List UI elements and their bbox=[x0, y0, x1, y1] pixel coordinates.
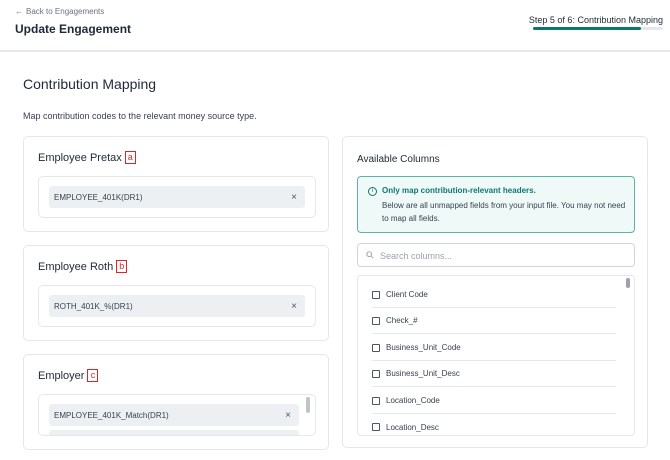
annotation-marker-b: b bbox=[116, 260, 128, 273]
list-item[interactable]: Client Code bbox=[372, 282, 616, 308]
mapped-column-chip-partial[interactable] bbox=[49, 430, 299, 435]
card-title-label: Employer bbox=[38, 369, 85, 382]
page-title: Update Engagement bbox=[15, 22, 132, 36]
step-indicator: Step 5 of 6: Contribution Mapping bbox=[528, 15, 663, 25]
column-name: Business_Unit_Code bbox=[386, 343, 461, 352]
info-title: Only map contribution-relevant headers. bbox=[382, 186, 536, 195]
available-columns-title: Available Columns bbox=[357, 154, 440, 165]
card-title-employee-pretax: Employee Pretax a bbox=[38, 151, 136, 164]
main-panel: Contribution Mapping Map contribution co… bbox=[0, 51, 670, 460]
annotation-marker-a: a bbox=[124, 151, 136, 164]
checkbox[interactable] bbox=[372, 316, 380, 325]
step-progress-bar bbox=[533, 27, 663, 30]
checkbox[interactable] bbox=[372, 423, 380, 431]
list-item[interactable]: Business_Unit_Code bbox=[372, 335, 616, 361]
column-name: Location_Desc bbox=[386, 422, 439, 432]
annotation-marker-c: c bbox=[87, 369, 99, 382]
checkbox[interactable] bbox=[372, 396, 380, 405]
dropzone-scrollbar[interactable] bbox=[306, 397, 310, 413]
card-employee-pretax: Employee Pretax a EMPLOYEE_401K(DR1) × bbox=[23, 136, 329, 232]
list-item[interactable]: Location_Desc bbox=[372, 414, 616, 435]
section-description: Map contribution codes to the relevant m… bbox=[23, 111, 257, 121]
info-callout: i Only map contribution-relevant headers… bbox=[357, 176, 635, 233]
available-columns-panel: Available Columns i Only map contributio… bbox=[342, 136, 648, 448]
column-name: Client Code bbox=[386, 290, 428, 299]
checkbox[interactable] bbox=[372, 369, 380, 378]
card-title-employee-roth: Employee Roth b bbox=[38, 260, 128, 273]
chip-label: EMPLOYEE_401K_Match(DR1) bbox=[54, 410, 169, 420]
card-employee-roth: Employee Roth b ROTH_401K_%(DR1) × bbox=[23, 245, 329, 341]
top-bar: ← Back to Engagements Update Engagement … bbox=[0, 0, 670, 51]
mapped-column-chip[interactable]: EMPLOYEE_401K_Match(DR1) × bbox=[49, 404, 299, 426]
close-icon[interactable]: × bbox=[291, 301, 297, 312]
column-name: Location_Code bbox=[386, 396, 440, 405]
section-title: Contribution Mapping bbox=[23, 76, 157, 92]
search-box[interactable] bbox=[357, 243, 635, 267]
step-progress-fill bbox=[533, 27, 642, 30]
list-scrollbar[interactable] bbox=[626, 278, 631, 434]
card-title-label: Employee Roth bbox=[38, 260, 114, 273]
close-icon[interactable]: × bbox=[291, 192, 297, 203]
close-icon[interactable]: × bbox=[285, 410, 291, 421]
back-link-label: Back to Engagements bbox=[26, 7, 105, 16]
chip-label: ROTH_401K_%(DR1) bbox=[54, 301, 133, 311]
column-name: Check_# bbox=[386, 316, 418, 325]
mapped-column-chip[interactable]: ROTH_401K_%(DR1) × bbox=[49, 295, 305, 317]
list-item[interactable]: Check_# bbox=[372, 308, 616, 334]
checkbox[interactable] bbox=[372, 290, 380, 299]
list-item[interactable]: Location_Code bbox=[372, 388, 616, 414]
mapped-column-chip[interactable]: EMPLOYEE_401K(DR1) × bbox=[49, 186, 305, 208]
chip-label: EMPLOYEE_401K(DR1) bbox=[54, 192, 143, 202]
card-title-employer: Employer c bbox=[38, 369, 99, 382]
dropzone-employee-roth[interactable]: ROTH_401K_%(DR1) × bbox=[38, 285, 316, 327]
dropzone-employer[interactable]: EMPLOYEE_401K_Match(DR1) × bbox=[38, 394, 316, 436]
dropzone-employee-pretax[interactable]: EMPLOYEE_401K(DR1) × bbox=[38, 176, 316, 218]
info-body: Below are all unmapped fields from your … bbox=[382, 201, 626, 223]
info-icon: i bbox=[368, 187, 377, 196]
column-list[interactable]: Client Code Check_# Business_Unit_Code B… bbox=[357, 275, 635, 436]
list-scrollbar-thumb[interactable] bbox=[626, 278, 630, 288]
card-title-label: Employee Pretax bbox=[38, 151, 122, 164]
checkbox[interactable] bbox=[372, 343, 380, 352]
arrow-left-icon: ← bbox=[15, 7, 23, 16]
search-icon bbox=[366, 251, 374, 259]
back-to-engagements-link[interactable]: ← Back to Engagements bbox=[15, 7, 104, 16]
search-input[interactable] bbox=[380, 247, 630, 264]
list-item[interactable]: Business_Unit_Desc bbox=[372, 361, 616, 387]
card-employer: Employer c EMPLOYEE_401K_Match(DR1) × bbox=[23, 354, 329, 450]
column-name: Business_Unit_Desc bbox=[386, 369, 460, 378]
